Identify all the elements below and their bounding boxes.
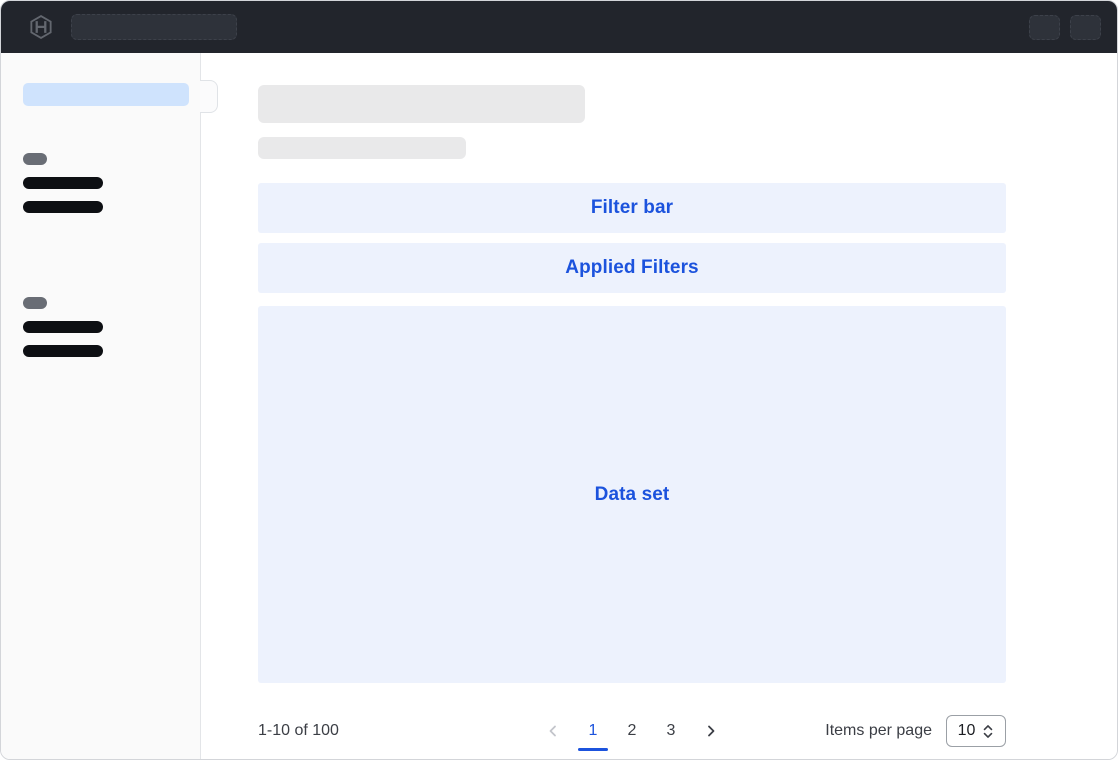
items-per-page-value: 10 [958, 722, 976, 740]
sidebar-group-label-skeleton-1 [23, 153, 47, 165]
page-button-3[interactable]: 3 [662, 722, 680, 740]
main-content: Filter bar Applied Filters Data set 1-10… [201, 53, 1117, 759]
sidebar-item-skeleton[interactable] [23, 177, 103, 189]
chevron-left-icon[interactable] [543, 721, 563, 741]
sidebar-item-skeleton[interactable] [23, 345, 103, 357]
caret-sort-icon [982, 724, 994, 739]
top-navbar [1, 1, 1117, 53]
sidebar-active-item-skeleton[interactable] [23, 83, 189, 106]
pager: 1 2 3 [543, 721, 721, 741]
sidebar-toggle-handle[interactable] [200, 80, 218, 113]
filter-bar-section: Filter bar [258, 183, 1006, 233]
items-per-page-group: Items per page 10 [825, 715, 1006, 747]
filter-bar-label: Filter bar [591, 197, 673, 219]
sidebar-item-skeleton[interactable] [23, 201, 103, 213]
navbar-action-placeholder-2[interactable] [1070, 15, 1101, 40]
page-title-skeleton [258, 85, 585, 123]
page-button-1[interactable]: 1 [584, 722, 602, 740]
main-row: Filter bar Applied Filters Data set 1-10… [1, 53, 1117, 759]
app-window: Filter bar Applied Filters Data set 1-10… [0, 0, 1118, 760]
sidebar-group-label-skeleton-2 [23, 297, 47, 309]
page-subtitle-skeleton [258, 137, 466, 159]
page-button-2[interactable]: 2 [623, 722, 641, 740]
sidebar [1, 53, 201, 759]
hashicorp-logo-icon [28, 14, 54, 40]
pagination-bar: 1-10 of 100 1 2 3 Items per page 10 [258, 709, 1006, 753]
data-set-label: Data set [595, 484, 670, 506]
applied-filters-label: Applied Filters [565, 257, 698, 279]
chevron-right-icon[interactable] [701, 721, 721, 741]
applied-filters-section: Applied Filters [258, 243, 1006, 293]
items-per-page-select[interactable]: 10 [946, 715, 1006, 747]
pagination-range-label: 1-10 of 100 [258, 722, 339, 740]
items-per-page-label: Items per page [825, 722, 932, 740]
navbar-actions [1029, 15, 1101, 40]
sidebar-item-skeleton[interactable] [23, 321, 103, 333]
data-set-section: Data set [258, 306, 1006, 683]
navbar-search-placeholder[interactable] [71, 14, 237, 40]
navbar-action-placeholder-1[interactable] [1029, 15, 1060, 40]
